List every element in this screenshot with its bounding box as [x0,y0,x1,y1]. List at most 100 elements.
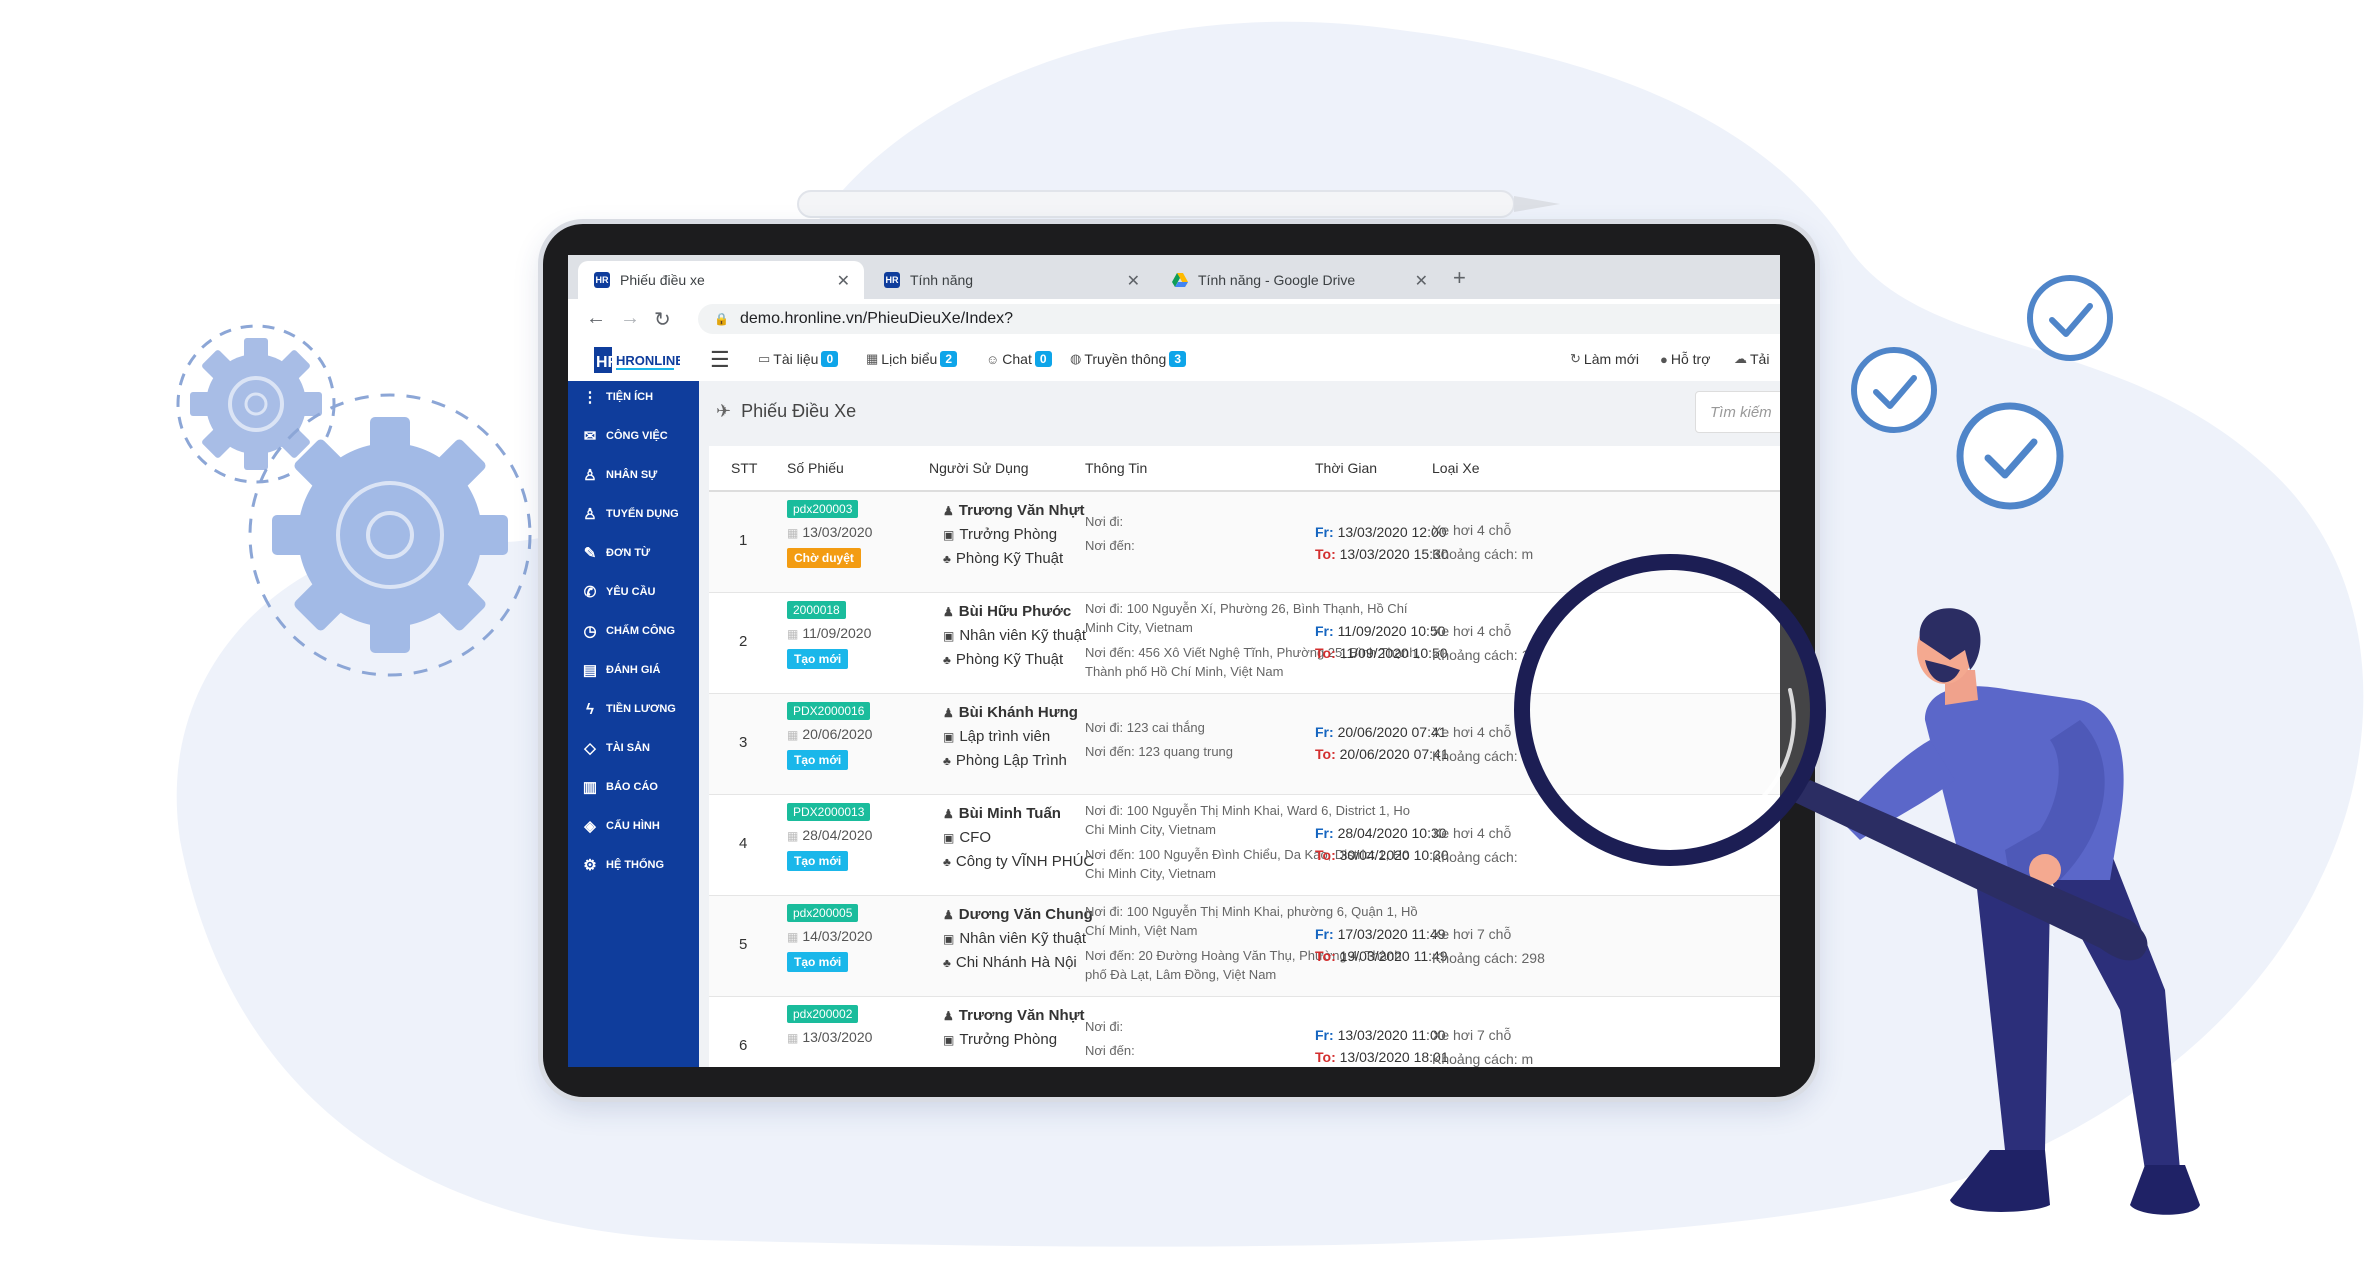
large-gear-icon [248,393,532,677]
reload-icon[interactable]: ↻ [654,307,671,332]
header-nguoi-su-dung: Người Sử Dụng [929,460,1029,476]
sidebar-item-don-tu[interactable]: ✎ ĐƠN TỪ [580,541,650,565]
user-position: ▣ Trưởng Phòng [943,1031,1058,1048]
ticket-code[interactable]: pdx200002 [787,1005,859,1023]
menu-lich-bieu[interactable]: ▦ Lịch biểu 2 [866,351,958,367]
check-circle-icon [1956,402,2064,510]
close-tab-icon[interactable]: ✕ [1415,271,1428,291]
sidebar-item-tuyen-dung[interactable]: ♙ TUYỂN DỤNG [580,502,678,526]
sidebar-item-danh-gia[interactable]: ▤ ĐÁNH GIÁ [580,658,660,682]
from-time: Fr: 13/03/2020 12:00 [1315,524,1447,540]
count-badge: 0 [1034,351,1052,367]
table-row[interactable]: 6 pdx200002 ▦ 13/03/2020 ♟ Trương Văn Nhựt… [709,997,1780,1067]
globe-icon: ◍ [1070,351,1082,366]
from-time: Fr: 20/06/2020 07:41 [1315,724,1447,740]
sitemap-icon: ♣ [943,552,951,566]
user-name: ♟ Bùi Khánh Hưng [943,704,1078,721]
user-icon: ♙ [583,467,597,484]
lock-icon: 🔒 [714,312,729,326]
more-vertical-icon: ⋮ [582,389,598,406]
table-row[interactable]: 4 PDX2000013 ▦ 28/04/2020 Tạo mới ♟ Bùi Mi… [709,795,1780,896]
car-icon: ✈ [716,401,732,421]
to-time: To: 30/04/2020 10:30 [1315,847,1449,863]
ticket-code[interactable]: PDX2000013 [787,803,871,821]
check-circle-icon [2027,275,2113,361]
close-tab-icon[interactable]: ✕ [1127,271,1140,291]
to-time: To: 11/09/2020 10:50 [1315,645,1448,661]
new-tab-button[interactable]: + [1453,265,1466,291]
ticket-date: ▦ 13/03/2020 [787,1029,873,1045]
cogs-icon: ⚙ [583,857,597,874]
search-input[interactable]: Tìm kiếm [1695,391,1780,433]
user-icon: ♟ [943,504,954,518]
tablet-screen: HR Phiếu điều xe ✕ HR Tính năng ✕ Tính n… [568,255,1780,1067]
browser-tab-active[interactable]: HR Phiếu điều xe ✕ [578,261,864,299]
sidebar-item-bao-cao[interactable]: ▥ BÁO CÁO [580,775,658,799]
sidebar-item-nhan-su[interactable]: ♙ NHÂN SỰ [580,463,657,487]
distance: Khoảng cách: m [1432,546,1534,562]
user-icon: ♟ [943,605,954,619]
distance: Khoảng cách: m [1432,1051,1534,1067]
user-icon: ♟ [943,807,954,821]
main-content: ✈ Phiếu Điều Xe Tìm kiếm STT Số Phiếu Ng… [699,381,1780,1067]
menu-truyen-thong[interactable]: ◍ Truyền thông 3 [1070,351,1187,367]
app-header: HR HRONLINE ☰ ▭ Tài liệu 0 ▦ Lịch biểu 2… [568,339,1780,382]
refresh-icon: ↻ [1570,351,1581,366]
sidebar-item-cong-viec[interactable]: ✉ CÔNG VIỆC [580,424,668,448]
car-type: Xe hơi 4 chỗ [1432,623,1512,639]
close-tab-icon[interactable]: ✕ [837,271,850,291]
table-row[interactable]: 1 pdx200003 ▦ 13/03/2020 Chờ duyệt ♟ Trươn… [709,492,1780,593]
browser-tab[interactable]: HR Tính năng ✕ [868,261,1154,299]
bolt-icon: ϟ [586,700,594,718]
sitemap-icon: ♣ [943,855,951,869]
sidebar-item-yeu-cau[interactable]: ✆ YÊU CẦU [580,580,656,604]
cloud-icon: ☁ [1734,351,1747,366]
folder-icon: ▭ [758,351,771,366]
hamburger-menu-icon[interactable]: ☰ [710,347,730,373]
car-type: Xe hơi 7 chỗ [1432,926,1512,942]
ticket-code[interactable]: pdx200005 [787,904,859,922]
sitemap-icon: ♣ [943,653,951,667]
table-row[interactable]: 5 pdx200005 ▦ 14/03/2020 Tạo mới ♟ Dương V… [709,896,1780,997]
refresh-button[interactable]: ↻ Làm mới [1570,351,1639,367]
from-time: Fr: 11/09/2020 10:50 [1315,623,1446,639]
table-row[interactable]: 2 2000018 ▦ 11/09/2020 Tạo mới ♟ Bùi Hữu P… [709,593,1780,694]
status-badge: Tạo mới [787,649,849,669]
sidebar-item-tien-ich[interactable]: ⋮ TIỆN ÍCH [580,385,654,409]
back-arrow-icon[interactable]: ← [586,307,606,330]
distance: Khoảng cách: 298 [1432,950,1545,966]
user-name: ♟ Bùi Hữu Phước [943,603,1072,620]
sidebar-item-cau-hinh[interactable]: ◈ CẤU HÌNH [580,814,660,838]
forward-arrow-icon[interactable]: → [620,307,640,330]
calendar-icon: ▦ [787,829,799,843]
url-field[interactable]: 🔒 demo.hronline.vn/PhieuDieuXe/Index? [698,304,1780,334]
header-thoi-gian: Thời Gian [1315,460,1378,476]
menu-tai-lieu[interactable]: ▭ Tài liệu 0 [758,351,839,367]
calendar-icon: ▦ [866,351,879,366]
ticket-date: ▦ 28/04/2020 [787,827,873,843]
user-name: ♟ Dương Văn Chung [943,906,1093,923]
to-time: To: 20/06/2020 07:41 [1315,746,1449,762]
help-button[interactable]: ● Hỗ trợ [1660,351,1710,367]
ticket-code[interactable]: 2000018 [787,601,846,619]
layers-icon: ◈ [584,818,596,835]
count-badge: 3 [1169,351,1187,367]
sitemap-icon: ♣ [943,956,951,970]
ticket-code[interactable]: pdx200003 [787,500,859,518]
sidebar-item-tien-luong[interactable]: ϟ TIỀN LƯƠNG [580,697,676,721]
menu-chat[interactable]: ☺ Chat 0 [986,351,1052,367]
car-type: Xe hơi 4 chỗ [1432,522,1512,538]
sidebar-item-tai-san[interactable]: ◇ TÀI SẢN [580,736,650,760]
tab-title: Phiếu điều xe [620,272,705,288]
edit-icon: ✎ [583,545,597,562]
user-department: ♣ Phòng Kỹ Thuật [943,651,1064,668]
browser-tab[interactable]: Tính năng - Google Drive ✕ [1156,261,1442,299]
distance: Khoảng cách: [1432,849,1518,865]
table-row[interactable]: 3 PDX2000016 ▦ 20/06/2020 Tạo mới ♟ Bùi Kh… [709,694,1780,795]
sidebar-item-he-thong[interactable]: ⚙ HỆ THỐNG [580,853,664,877]
id-card-icon: ▣ [943,831,955,845]
tab-title: Tính năng - Google Drive [1198,272,1356,288]
ticket-code[interactable]: PDX2000016 [787,702,871,720]
download-button[interactable]: ☁ Tải [1734,351,1769,367]
sidebar-item-cham-cong[interactable]: ◷ CHẤM CÔNG [580,619,675,643]
